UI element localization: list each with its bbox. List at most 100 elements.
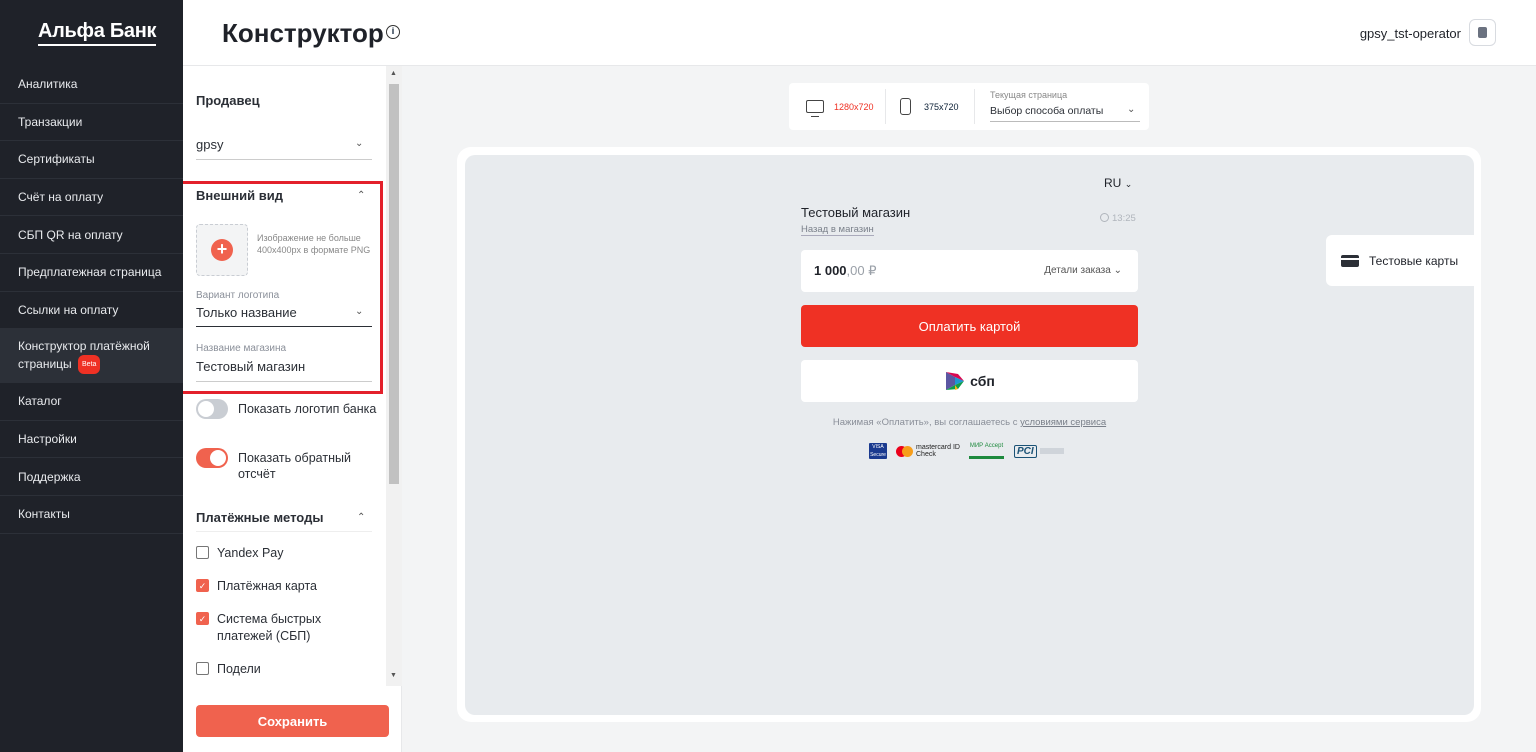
- clock-icon: [1100, 213, 1109, 222]
- methods-section-title[interactable]: Платёжные методы: [196, 510, 323, 525]
- method-label: Платёжная карта: [217, 579, 317, 593]
- sidebar-item-label: СБП QR на оплату: [18, 227, 123, 242]
- phone-icon: [900, 98, 911, 115]
- info-icon[interactable]: i: [386, 25, 400, 39]
- logo-variant-underline: [196, 326, 372, 327]
- pci-dss-logo: PCI: [1014, 444, 1037, 458]
- sidebar-item-catalog[interactable]: Каталог: [0, 383, 183, 421]
- settings-scroll-area[interactable]: Продавец gpsy ⌄ Внешний вид ⌃ + Изображе…: [183, 66, 386, 686]
- logout-icon: [1478, 27, 1487, 38]
- pay-by-card-button[interactable]: Оплатить картой: [801, 305, 1138, 347]
- sidebar-item-label: Контакты: [18, 507, 70, 522]
- sidebar-item-analytics[interactable]: Аналитика: [0, 66, 183, 104]
- sidebar: Альфа Банк Аналитика Транзакции Сертифик…: [0, 0, 183, 752]
- preview-shop-name: Тестовый магазин: [801, 205, 911, 220]
- logo-upload-button[interactable]: +: [196, 224, 248, 276]
- language-label: RU: [1104, 176, 1122, 190]
- chevron-up-icon[interactable]: ⌃: [357, 190, 365, 201]
- beta-badge: Beta: [78, 354, 101, 374]
- back-to-shop-link[interactable]: Назад в магазин: [801, 224, 874, 236]
- sidebar-item-label: Предплатежная страница: [18, 265, 162, 280]
- scroll-up-arrow-icon[interactable]: ▲: [390, 70, 397, 77]
- shop-name-input[interactable]: Тестовый магазин: [196, 359, 305, 374]
- sidebar-item-label: Сертификаты: [18, 152, 95, 167]
- sidebar-item-label: Транзакции: [18, 114, 83, 129]
- desktop-size-option[interactable]: 1280x720: [806, 83, 874, 130]
- brand-logo-text: Альфа Банк: [38, 20, 157, 46]
- method-checkbox-podeli[interactable]: [196, 662, 209, 675]
- order-amount: 1 000,00 ₽: [814, 263, 877, 279]
- test-cards-label: Тестовые карты: [1369, 253, 1459, 268]
- mastercard-text: mastercard ID Check: [916, 444, 960, 458]
- show-bank-logo-toggle[interactable]: [196, 399, 228, 419]
- order-details-toggle[interactable]: Детали заказа ⌄: [1044, 265, 1122, 276]
- chevron-down-icon: ⌄: [1113, 265, 1122, 276]
- order-details-label: Детали заказа: [1044, 265, 1111, 276]
- method-label: Подели: [217, 662, 261, 676]
- terms-text: Нажимая «Оплатить», вы соглашаетесь с ус…: [801, 417, 1138, 428]
- preview-toolbar: 1280x720 375x720 Текущая страница Выбор …: [789, 83, 1149, 130]
- sidebar-item-prepayment[interactable]: Предплатежная страница: [0, 254, 183, 292]
- sidebar-item-certificates[interactable]: Сертификаты: [0, 141, 183, 179]
- sbp-pay-button[interactable]: сбп: [801, 360, 1138, 402]
- mobile-size-label: 375x720: [924, 101, 959, 112]
- toggle-knob: [210, 450, 226, 466]
- visa-secure-logo: VISA Secure: [869, 443, 887, 459]
- logo-variant-select[interactable]: Только название: [196, 305, 297, 320]
- sidebar-item-sbp-qr[interactable]: СБП QR на оплату: [0, 216, 183, 254]
- brand-logo[interactable]: Альфа Банк: [0, 0, 183, 66]
- method-checkbox-yandex-pay[interactable]: [196, 546, 209, 559]
- shop-name-label: Название магазина: [196, 343, 287, 354]
- appearance-section-title[interactable]: Внешний вид: [196, 188, 283, 203]
- amount-fraction: ,00 ₽: [846, 263, 877, 278]
- sidebar-item-label: Счёт на оплату: [18, 190, 104, 205]
- sidebar-item-settings[interactable]: Настройки: [0, 421, 183, 459]
- sbp-label: сбп: [970, 373, 995, 389]
- sidebar-item-invoice[interactable]: Счёт на оплату: [0, 179, 183, 217]
- show-countdown-toggle[interactable]: [196, 448, 228, 468]
- chevron-up-icon[interactable]: ⌃: [357, 512, 365, 523]
- method-checkbox-card[interactable]: ✓: [196, 579, 209, 592]
- current-page-select[interactable]: Выбор способа оплаты: [990, 105, 1103, 117]
- sidebar-item-label: Аналитика: [18, 77, 78, 92]
- sidebar-item-contacts[interactable]: Контакты: [0, 496, 183, 534]
- username: gpsy_tst-operator: [1359, 26, 1461, 41]
- seller-select[interactable]: gpsy: [196, 137, 223, 152]
- methods-divider: [196, 531, 372, 532]
- timer-value: 13:25: [1112, 213, 1136, 224]
- toolbar-divider: [885, 89, 886, 124]
- logout-button[interactable]: [1469, 19, 1496, 46]
- seller-section-title: Продавец: [196, 93, 260, 108]
- page-title: Конструктор: [222, 18, 384, 48]
- current-page-underline: [990, 121, 1140, 122]
- security-badges: VISA Secure mastercard ID Check МИР Acce…: [869, 442, 1064, 460]
- sidebar-item-page-constructor[interactable]: Конструктор платёжной страницы Beta: [0, 329, 183, 384]
- terms-prefix: Нажимая «Оплатить», вы соглашаетесь с: [832, 417, 1021, 428]
- save-button[interactable]: Сохранить: [196, 705, 389, 737]
- countdown-timer: 13:25: [1100, 213, 1136, 224]
- scroll-down-arrow-icon[interactable]: ▼: [390, 672, 397, 679]
- logo-variant-label: Вариант логотипа: [196, 290, 280, 301]
- sidebar-item-transactions[interactable]: Транзакции: [0, 104, 183, 142]
- sbp-logo-icon: [946, 372, 965, 390]
- toggle-knob: [198, 401, 214, 417]
- scrollbar-thumb[interactable]: [389, 84, 399, 484]
- sidebar-item-label: Ссылки на оплату: [18, 302, 119, 317]
- sidebar-item-payment-links[interactable]: Ссылки на оплату: [0, 292, 183, 330]
- amount-integer: 1 000: [814, 263, 847, 278]
- settings-scrollbar[interactable]: ▲ ▼: [386, 66, 402, 686]
- desktop-size-label: 1280x720: [834, 101, 874, 112]
- upload-hint: Изображение не больше 400x400px в формат…: [257, 233, 371, 255]
- method-label: Yandex Pay: [217, 546, 284, 560]
- method-checkbox-sbp[interactable]: ✓: [196, 612, 209, 625]
- test-cards-button[interactable]: Тестовые карты: [1326, 235, 1474, 286]
- language-select[interactable]: RU ⌄: [1104, 176, 1132, 190]
- sidebar-item-support[interactable]: Поддержка: [0, 458, 183, 496]
- terms-link[interactable]: условиями сервиса: [1020, 417, 1106, 428]
- mobile-size-option[interactable]: 375x720: [900, 83, 959, 130]
- sidebar-item-label: Поддержка: [18, 469, 81, 484]
- show-countdown-label: Показать обратный отсчёт: [238, 451, 351, 481]
- chevron-down-icon: ⌄: [355, 306, 364, 317]
- sidebar-item-label: Настройки: [18, 432, 77, 447]
- monitor-icon: [806, 100, 824, 117]
